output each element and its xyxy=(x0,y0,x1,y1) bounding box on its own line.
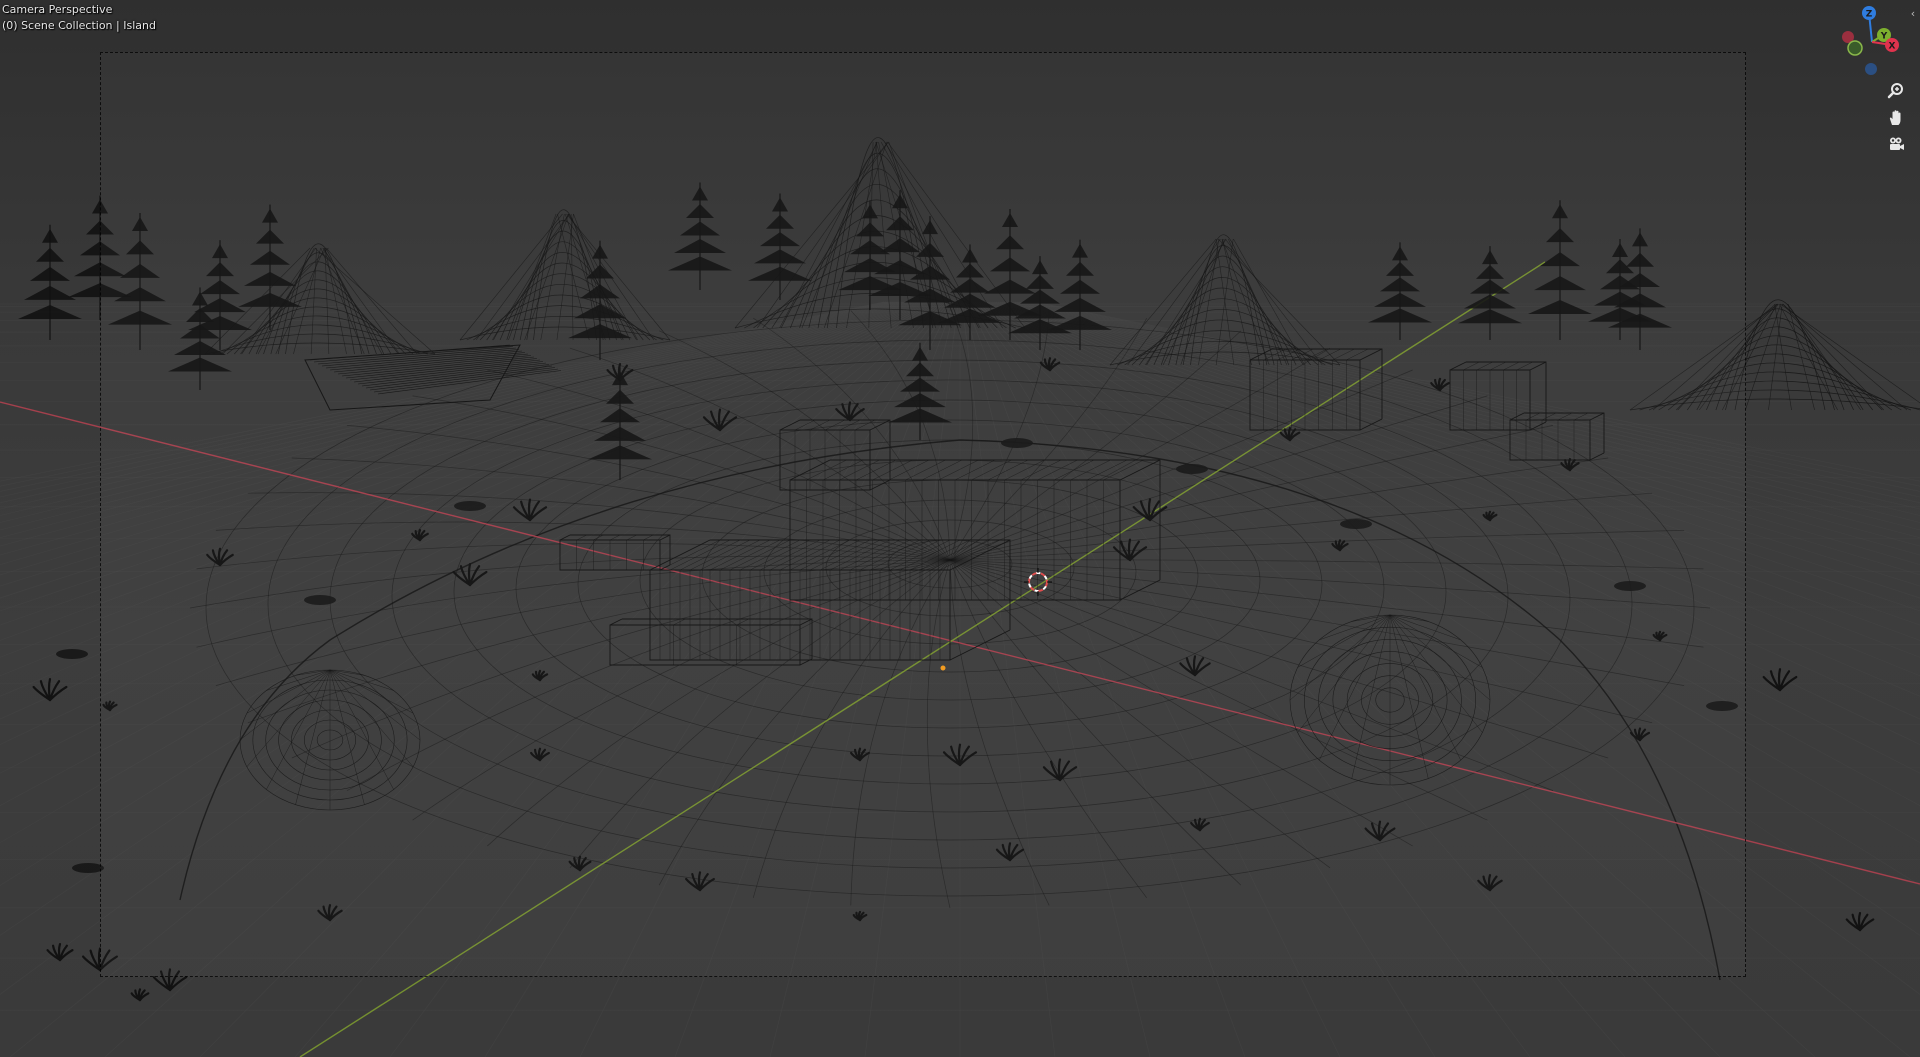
plant xyxy=(46,942,74,962)
gizmo-y-label: Y xyxy=(1880,32,1888,42)
viewport-title: Camera Perspective xyxy=(2,3,113,16)
gizmo-neg-y-icon[interactable] xyxy=(1847,40,1863,56)
plant xyxy=(32,677,68,702)
camera-frame-border xyxy=(100,52,1746,977)
viewport-collection-info: (0) Scene Collection | Island xyxy=(2,19,156,32)
flat-disc xyxy=(56,649,88,659)
navigation-gizmo[interactable]: Z Y X xyxy=(1834,4,1900,78)
plant xyxy=(130,988,150,1002)
gizmo-neg-z-icon[interactable] xyxy=(1865,63,1877,75)
gizmo-x-label: X xyxy=(1889,42,1896,52)
pan-hand-icon[interactable] xyxy=(1884,106,1908,130)
plant xyxy=(1845,911,1875,932)
zoom-icon[interactable] xyxy=(1884,79,1908,103)
pine-tree xyxy=(18,224,82,340)
gizmo-z-label: Z xyxy=(1866,10,1873,20)
3d-viewport[interactable]: Camera Perspective (0) Scene Collection … xyxy=(0,0,1920,1057)
camera-view-icon[interactable] xyxy=(1884,133,1908,157)
sidebar-collapse-arrow-icon[interactable]: ‹ xyxy=(1907,6,1919,20)
